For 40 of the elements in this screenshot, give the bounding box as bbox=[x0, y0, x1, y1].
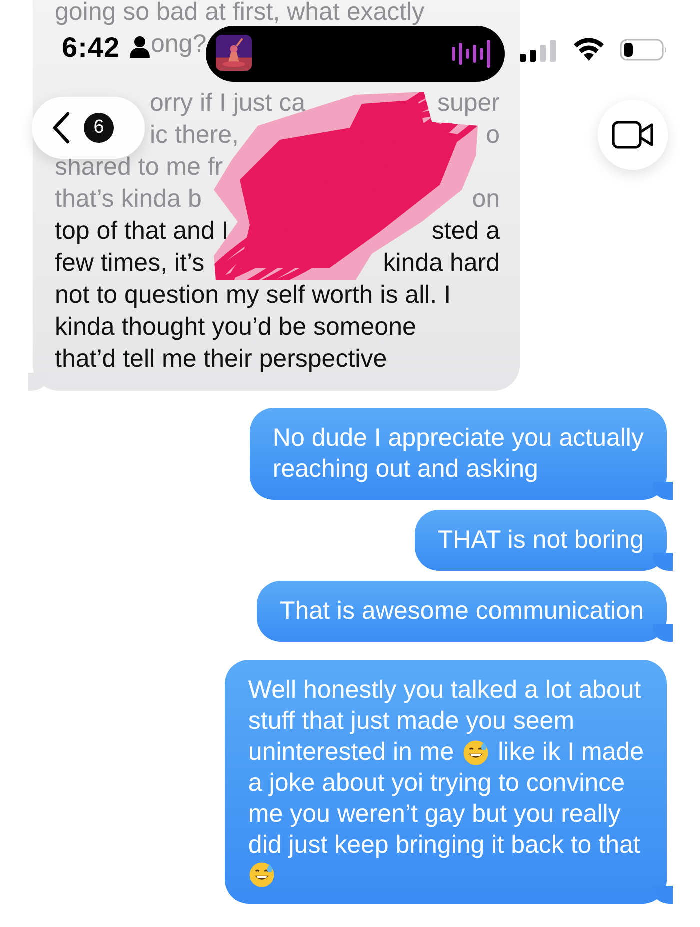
message-text: going so bad at first, what exactly bbox=[55, 0, 425, 28]
wifi-icon bbox=[573, 37, 605, 61]
battery-icon bbox=[620, 39, 668, 61]
message-text: top of that and I bbox=[55, 216, 229, 247]
chevron-left-icon bbox=[52, 112, 70, 144]
message-text: No dude I appreciate you actually bbox=[272, 423, 644, 454]
message-text: o bbox=[486, 120, 500, 151]
message-text: me you weren’t gay but you really bbox=[248, 799, 621, 830]
message-text: a joke about yoi trying to convince bbox=[248, 768, 626, 799]
unread-count: 6 bbox=[84, 113, 114, 143]
message-text: that’s kinda b bbox=[55, 184, 202, 215]
message-text: THAT is not boring bbox=[438, 525, 644, 556]
message-text: few times, it’s bbox=[55, 248, 205, 279]
bubble-tail bbox=[653, 482, 673, 500]
emoji-icon bbox=[462, 738, 490, 766]
person-icon bbox=[130, 36, 150, 58]
message-text: kinda thought you’d be someone bbox=[55, 312, 416, 343]
message-text: ong? bbox=[151, 29, 207, 60]
clock-time: 6:42 bbox=[62, 32, 120, 64]
message-text: ic there, bbox=[150, 120, 239, 151]
waveform-icon bbox=[452, 39, 492, 69]
bubble-tail bbox=[653, 553, 673, 571]
message-text: Well honestly you talked a lot about bbox=[248, 675, 642, 706]
emoji-icon bbox=[248, 861, 276, 889]
signal-icon bbox=[520, 40, 556, 62]
video-camera-icon bbox=[612, 121, 654, 149]
message-text: not to question my self worth is all. I bbox=[55, 280, 452, 311]
message-text: sted a bbox=[432, 216, 500, 247]
message-text: super bbox=[437, 88, 500, 119]
message-text: uninterested in me bbox=[248, 737, 454, 768]
bubble-tail bbox=[653, 624, 673, 642]
message-text: on bbox=[472, 184, 500, 215]
message-text: stuff that just made you seem bbox=[248, 706, 575, 737]
message-text: that’d tell me their perspective bbox=[55, 344, 388, 375]
message-text: That is awesome communication bbox=[280, 596, 644, 627]
message-text: orry if I just ca bbox=[150, 88, 306, 119]
message-text: reaching out and asking bbox=[272, 454, 538, 485]
message-text: like ik I made bbox=[498, 737, 644, 768]
message-text: did just keep bringing it back to that bbox=[248, 830, 640, 861]
message-text: kinda hard bbox=[383, 248, 500, 279]
